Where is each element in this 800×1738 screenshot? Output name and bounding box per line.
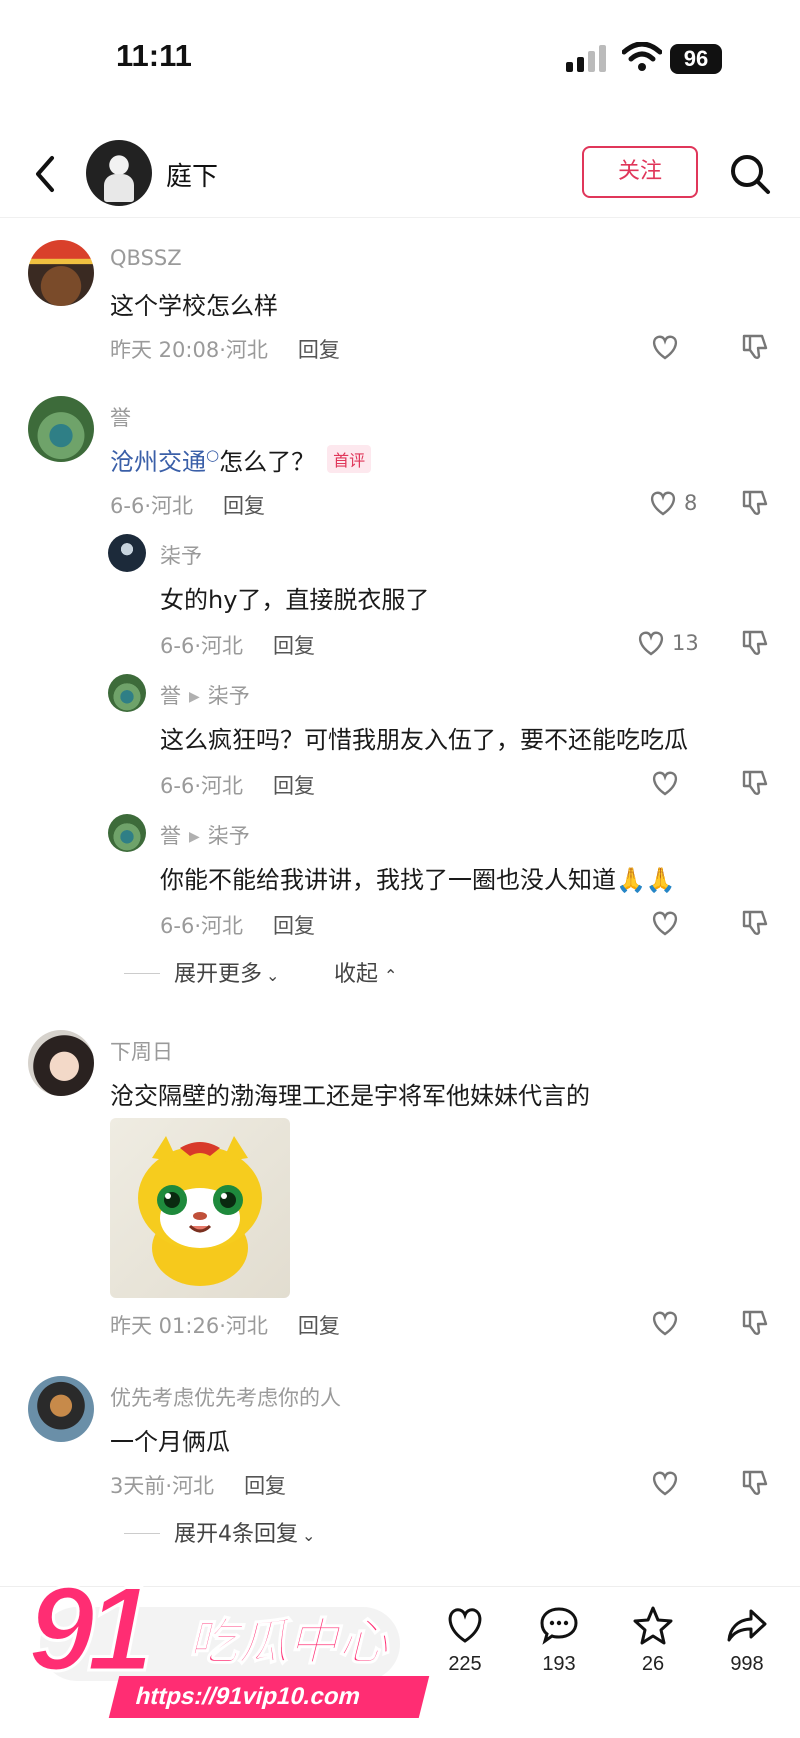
reply-button[interactable]: 回复: [223, 494, 265, 518]
status-time: 11:11: [116, 38, 192, 73]
dislike-icon[interactable]: [740, 1468, 770, 1498]
reply-arrow-icon: ▶: [189, 689, 200, 705]
status-bar: 11:11 96: [0, 0, 800, 110]
heart-icon: [652, 771, 678, 796]
collapse-button[interactable]: 收起 ⌃: [334, 956, 397, 988]
reply-button[interactable]: 回复: [273, 914, 315, 938]
reply-button[interactable]: 回复: [298, 1314, 340, 1338]
chevron-up-icon: ⌃: [384, 966, 398, 985]
reply-meta: 6-6·河北 回复: [160, 914, 315, 938]
reply-username: 誉 ▶ 柒予: [160, 684, 250, 708]
cartoon-cat-icon: [138, 1136, 262, 1286]
comment-text: 沧州交通○怎么了？ 首评: [110, 442, 372, 477]
like-action[interactable]: 225: [430, 1603, 500, 1676]
heart-icon: [652, 911, 678, 936]
top-nav-bar: 庭下 关注: [0, 132, 800, 218]
reply-button[interactable]: 回复: [298, 338, 340, 362]
heart-icon: [652, 335, 678, 360]
dislike-icon[interactable]: [740, 768, 770, 798]
favorite-action[interactable]: 26: [618, 1603, 688, 1676]
avatar[interactable]: [28, 240, 94, 306]
cellular-signal-icon: [566, 44, 610, 72]
like-button[interactable]: [650, 908, 680, 938]
reply-username[interactable]: 柒予: [160, 540, 202, 570]
like-button[interactable]: [650, 332, 680, 362]
avatar[interactable]: [28, 1376, 94, 1442]
comment-time: 昨天 20:08: [110, 338, 220, 362]
star-icon: [633, 1606, 673, 1645]
sticker-image[interactable]: [110, 1118, 290, 1298]
reply-meta: 6-6·河北 回复: [160, 634, 315, 658]
dislike-icon[interactable]: [740, 488, 770, 518]
reply-button[interactable]: 回复: [273, 634, 315, 658]
author-avatar[interactable]: [86, 140, 152, 206]
comment-username[interactable]: 优先考虑优先考虑你的人: [110, 1382, 341, 1412]
reply-text: 这么疯狂吗？可惜我朋友入伍了，要不还能吃吃瓜: [160, 726, 688, 754]
comment-username[interactable]: 下周日: [110, 1036, 173, 1066]
comment-meta: 昨天 20:08·河北 回复: [110, 338, 340, 362]
reply-text: 你能不能给我讲讲，我找了一圈也没人知道🙏🙏: [160, 866, 676, 894]
like-count: 8: [684, 491, 698, 515]
avatar[interactable]: [108, 534, 146, 572]
avatar[interactable]: [28, 1030, 94, 1096]
search-icon[interactable]: [728, 152, 772, 196]
share-action[interactable]: 998: [712, 1603, 782, 1676]
reply-username: 誉 ▶ 柒予: [160, 824, 250, 848]
comment-username[interactable]: QBSSZ: [110, 246, 182, 270]
dislike-icon[interactable]: [740, 332, 770, 362]
comment-meta: 6-6·河北 回复: [110, 494, 265, 518]
comment-action[interactable]: 193: [524, 1603, 594, 1676]
reply-button[interactable]: 回复: [244, 1474, 286, 1498]
reply-arrow-icon: ▶: [189, 829, 200, 845]
share-arrow-icon: [727, 1609, 767, 1642]
watermark-url: https://91vip10.com: [108, 1676, 430, 1718]
heart-icon: [448, 1608, 482, 1643]
author-name[interactable]: 庭下: [166, 156, 218, 193]
reply-button[interactable]: 回复: [273, 774, 315, 798]
dislike-icon[interactable]: [740, 1308, 770, 1338]
search-mini-icon: ○: [206, 446, 220, 464]
chevron-down-icon: ⌄: [266, 966, 280, 985]
like-button[interactable]: 13: [636, 628, 699, 658]
comment-username[interactable]: 誉: [110, 402, 131, 432]
like-button[interactable]: 8: [648, 488, 697, 518]
share-total: 998: [730, 1653, 764, 1675]
watermark-logo: 91 吃瓜中心 https://91vip10.com: [20, 1560, 430, 1730]
comment-bubble-icon: [540, 1607, 578, 1645]
heart-icon: [652, 1471, 678, 1496]
comment-text: 这个学校怎么样: [110, 292, 278, 320]
expand-replies-button[interactable]: 展开4条回复 ⌄: [124, 1516, 315, 1548]
heart-icon: [638, 631, 664, 656]
chevron-down-icon: ⌄: [302, 1526, 316, 1545]
dislike-icon[interactable]: [740, 628, 770, 658]
reply-text: 女的hy了，直接脱衣服了: [160, 586, 430, 614]
first-comment-badge: 首评: [327, 445, 372, 473]
avatar[interactable]: [108, 814, 146, 852]
like-button[interactable]: [650, 1308, 680, 1338]
favorite-total: 26: [641, 1653, 665, 1675]
heart-icon: [652, 1311, 678, 1336]
like-button[interactable]: [650, 1468, 680, 1498]
mention-link[interactable]: 沧州交通: [110, 448, 206, 476]
like-total: 225: [448, 1653, 482, 1675]
heart-icon: [650, 491, 676, 516]
back-arrow-icon[interactable]: [30, 152, 60, 196]
wifi-icon: [622, 42, 662, 71]
comment-location: 河北: [225, 338, 268, 362]
expand-more-button[interactable]: 展开更多 ⌄: [124, 956, 279, 988]
comment-total: 193: [542, 1653, 576, 1675]
avatar[interactable]: [28, 396, 94, 462]
watermark-title: 吃瓜中心: [187, 1612, 389, 1672]
like-button[interactable]: [650, 768, 680, 798]
follow-button[interactable]: 关注: [582, 146, 698, 198]
comment-meta: 3天前·河北 回复: [110, 1474, 287, 1498]
dislike-icon[interactable]: [740, 908, 770, 938]
reply-meta: 6-6·河北 回复: [160, 774, 315, 798]
battery-indicator: 96: [670, 44, 722, 74]
comment-text: 沧交隔壁的渤海理工还是宇将军他妹妹代言的: [110, 1082, 590, 1110]
comment-text: 一个月俩瓜: [110, 1428, 230, 1456]
like-count: 13: [672, 631, 699, 655]
comment-meta: 昨天 01:26·河北 回复: [110, 1314, 340, 1338]
avatar[interactable]: [108, 674, 146, 712]
